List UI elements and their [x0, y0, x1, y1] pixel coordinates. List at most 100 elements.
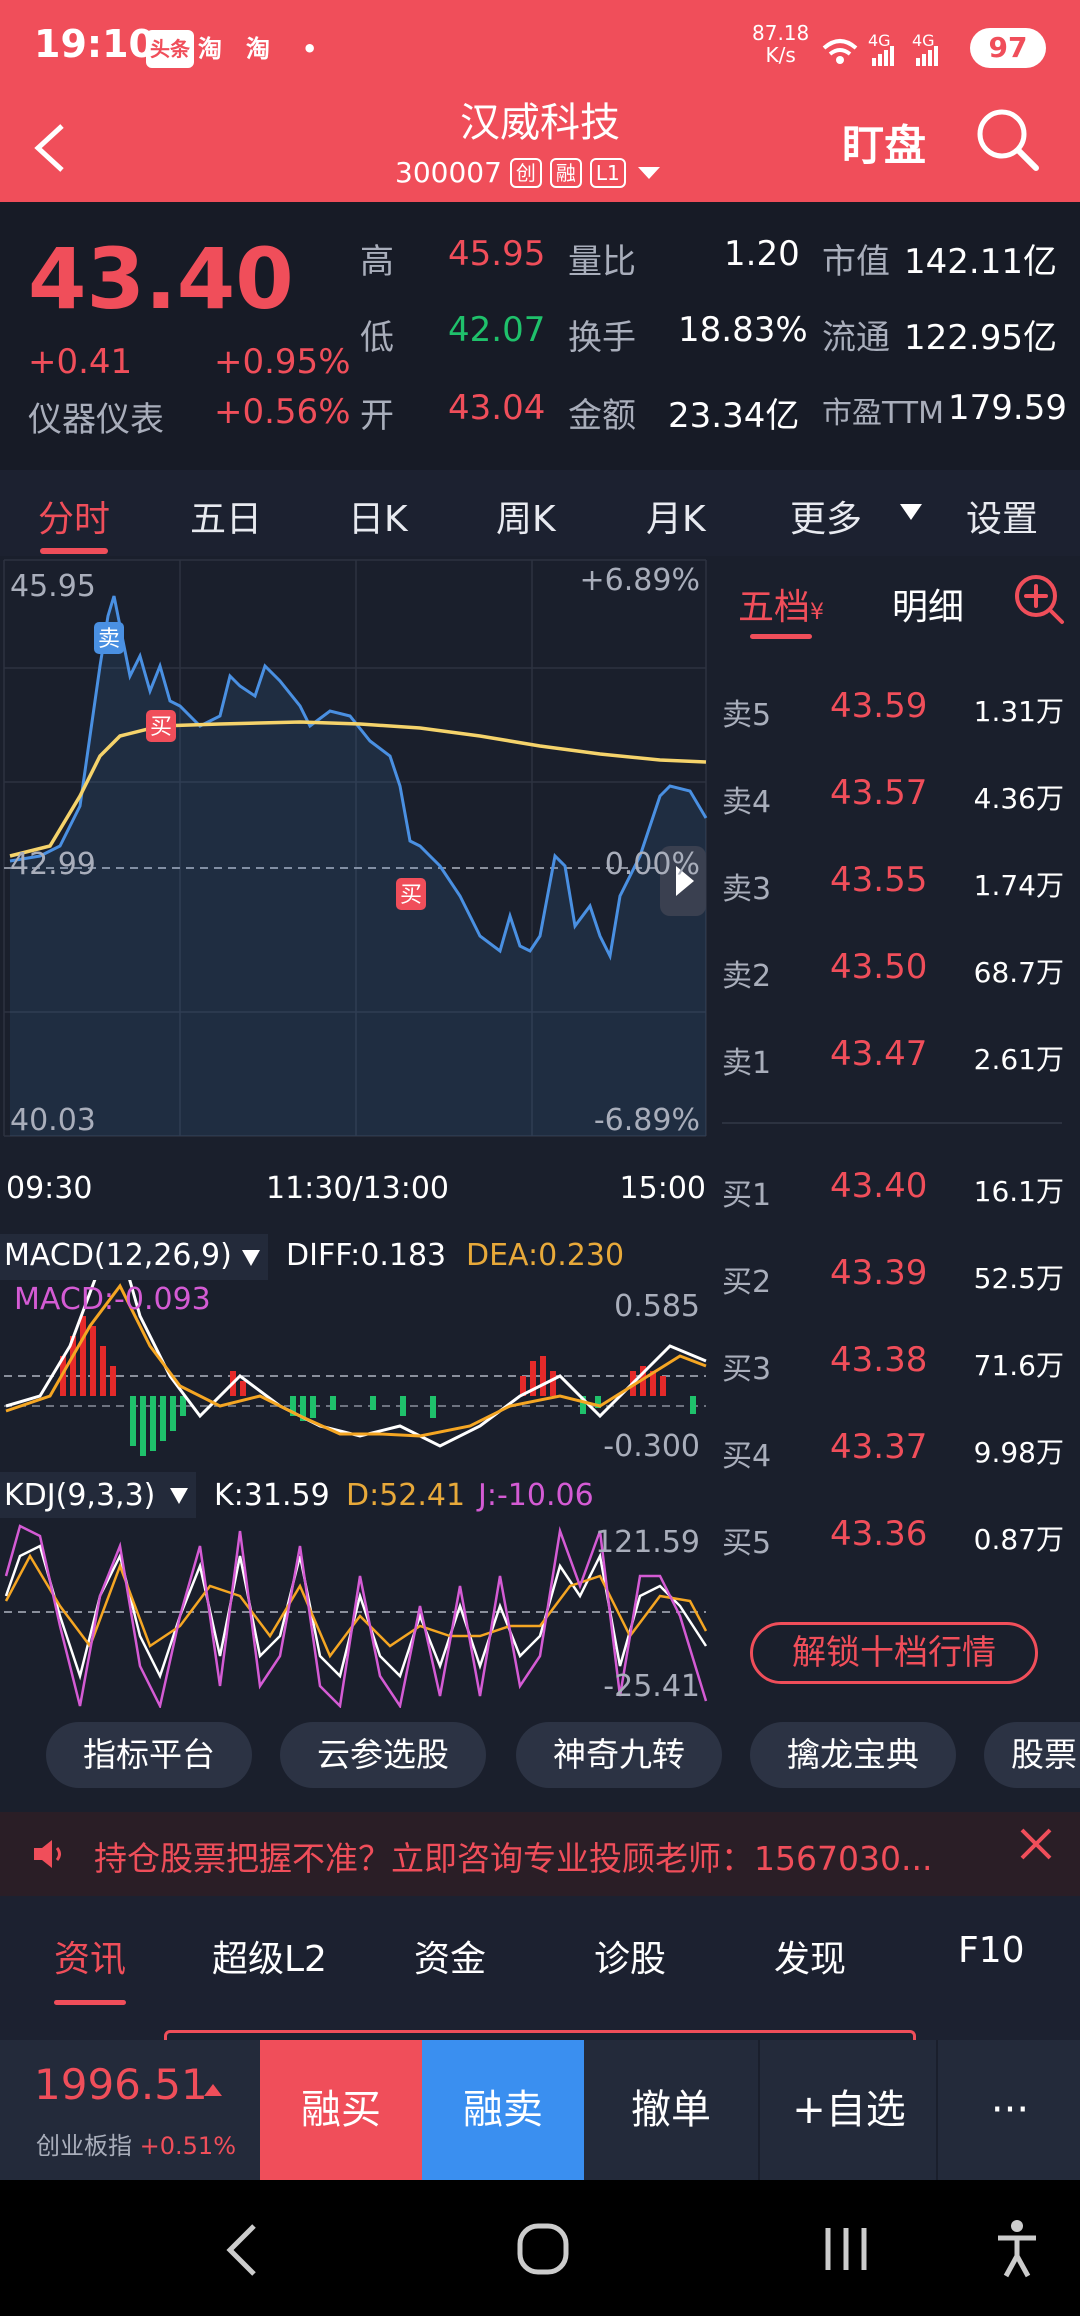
- net-speed: 87.18 K/s: [752, 21, 810, 67]
- add-watchlist-button[interactable]: +自选: [762, 2040, 938, 2180]
- buy-level-volume: 71.6万: [973, 1349, 1064, 1382]
- svg-text:4G: 4G: [912, 31, 935, 50]
- svg-text:+6.89%: +6.89%: [580, 563, 700, 598]
- buy-level-volume: 0.87万: [973, 1523, 1064, 1556]
- tab-f10[interactable]: F10: [958, 1930, 1025, 1971]
- orderbook-divider: [722, 1122, 1062, 1124]
- watch-button[interactable]: 盯盘: [842, 112, 926, 173]
- buy-level-volume: 16.1万: [973, 1175, 1064, 1208]
- margin-sell-button[interactable]: 融卖: [422, 2040, 584, 2180]
- buy-level-price[interactable]: 43.40: [830, 1166, 927, 1206]
- sell-level-volume: 4.36万: [973, 782, 1064, 815]
- cancel-order-button[interactable]: 撤单: [584, 2040, 760, 2180]
- sell-level-price[interactable]: 43.50: [830, 947, 927, 987]
- pill-magic-nine[interactable]: 神奇九转: [516, 1722, 722, 1788]
- buy-level-price[interactable]: 43.39: [830, 1253, 927, 1293]
- buy-level-price[interactable]: 43.37: [830, 1427, 927, 1467]
- caret-down-icon: [170, 1488, 188, 1504]
- sell-level-label: 卖5: [722, 698, 772, 733]
- amount-label: 金额: [568, 396, 636, 436]
- stock-code-bar[interactable]: 300007 创 融 L1: [395, 156, 664, 189]
- tag-l1: L1: [589, 157, 626, 188]
- float-value: 122.95亿: [904, 318, 1057, 358]
- more-button[interactable]: ···: [940, 2040, 1080, 2180]
- tab-settings[interactable]: 设置: [966, 490, 1038, 542]
- svg-text:42.99: 42.99: [10, 847, 96, 882]
- vol-ratio-label: 量比: [568, 242, 636, 282]
- kdj-k: K:31.59: [214, 1478, 330, 1513]
- buy-level-price[interactable]: 43.38: [830, 1340, 927, 1380]
- vol-ratio-value: 1.20: [724, 234, 800, 274]
- tab-daily-k[interactable]: 日K: [348, 490, 408, 542]
- tab-super-l2[interactable]: 超级L2: [212, 1930, 327, 1982]
- sell-level-price[interactable]: 43.47: [830, 1034, 927, 1074]
- mcap-value: 142.11亿: [904, 242, 1057, 282]
- buy-level-volume: 52.5万: [973, 1262, 1064, 1295]
- nav-home-icon[interactable]: [516, 2222, 572, 2278]
- tag-chuang: 创: [509, 157, 542, 188]
- pill-dragon-guide[interactable]: 擒龙宝典: [750, 1722, 956, 1788]
- svg-text:-25.41: -25.41: [603, 1669, 700, 1704]
- buy-level-price[interactable]: 43.36: [830, 1514, 927, 1554]
- sell-level-price[interactable]: 43.59: [830, 686, 927, 726]
- turnover-label: 换手: [568, 318, 636, 358]
- index-value: 1996.51: [34, 2060, 208, 2109]
- chart-svg: 卖 买 买 45.95 42.99 40.03 +6.89% 0.00% -6.…: [3, 559, 708, 1708]
- pill-indicator-platform[interactable]: 指标平台: [46, 1722, 252, 1788]
- tab-intraday[interactable]: 分时: [38, 490, 110, 542]
- signal-icons: 4G 4G: [822, 31, 938, 66]
- sell-level-volume: 1.74万: [973, 869, 1064, 902]
- caret-down-icon: [900, 504, 922, 520]
- nav-back-icon[interactable]: [222, 2222, 262, 2278]
- svg-text:09:30: 09:30: [6, 1171, 92, 1206]
- notification-dot-icon: •: [302, 35, 318, 63]
- macd-dea: DEA:0.230: [466, 1238, 625, 1273]
- kdj-d: D:52.41: [346, 1478, 466, 1513]
- sell-level-label: 卖4: [722, 785, 772, 820]
- macd-title: MACD(12,26,9): [4, 1238, 232, 1273]
- sector-name[interactable]: 仪器仪表: [28, 392, 164, 441]
- buy-level-label: 买5: [722, 1526, 772, 1561]
- orderbook-tab-indicator: [750, 634, 812, 639]
- tab-details[interactable]: 明细: [892, 578, 964, 630]
- svg-text:40.03: 40.03: [10, 1103, 96, 1138]
- caret-down-icon: [242, 1250, 260, 1266]
- pill-stock[interactable]: 股票: [984, 1722, 1080, 1788]
- info-tabs: [0, 1896, 1080, 2040]
- toutiao-icon: 头条: [146, 30, 194, 68]
- tab-five-levels[interactable]: 五档¥: [738, 578, 824, 630]
- svg-text:-0.300: -0.300: [603, 1429, 700, 1464]
- tab-diagnose[interactable]: 诊股: [594, 1930, 666, 1982]
- search-icon[interactable]: [972, 104, 1042, 174]
- unlock-level10-button[interactable]: 解锁十档行情: [750, 1622, 1038, 1684]
- buy-level-label: 买1: [722, 1178, 772, 1213]
- pill-cloud-screener[interactable]: 云参选股: [280, 1722, 486, 1788]
- tab-funds[interactable]: 资金: [414, 1930, 486, 1982]
- low-value: 42.07: [448, 310, 546, 350]
- sell-level-price[interactable]: 43.57: [830, 773, 927, 813]
- tab-discover[interactable]: 发现: [774, 1930, 846, 1982]
- svg-text:买: 买: [400, 883, 422, 908]
- pe-label: 市盈TTM: [822, 396, 945, 431]
- close-icon[interactable]: [1018, 1826, 1054, 1862]
- tab-news[interactable]: 资讯: [54, 1930, 126, 1982]
- float-label: 流通: [822, 318, 890, 358]
- zoom-in-icon[interactable]: [1012, 570, 1068, 630]
- price-change-pct: +0.95%: [214, 342, 351, 382]
- margin-buy-button[interactable]: 融买: [260, 2040, 422, 2180]
- buy-level-label: 买4: [722, 1439, 772, 1474]
- nav-recents-icon[interactable]: [822, 2222, 872, 2278]
- taobao-icon: 淘: [198, 35, 222, 63]
- tab-monthly-k[interactable]: 月K: [646, 490, 706, 542]
- sell-level-price[interactable]: 43.55: [830, 860, 927, 900]
- svg-text:45.95: 45.95: [10, 569, 96, 604]
- promo-text[interactable]: 持仓股票把握不准？立即咨询专业投顾老师：1567030...: [94, 1832, 932, 1880]
- open-label: 开: [360, 396, 394, 436]
- tab-weekly-k[interactable]: 周K: [496, 490, 556, 542]
- current-price: 43.40: [28, 230, 294, 328]
- tab-more[interactable]: 更多: [790, 490, 862, 542]
- accessibility-icon[interactable]: [994, 2218, 1040, 2278]
- buy-level-label: 买3: [722, 1352, 772, 1387]
- tab-five-day[interactable]: 五日: [190, 490, 262, 542]
- svg-text:-6.89%: -6.89%: [594, 1103, 700, 1138]
